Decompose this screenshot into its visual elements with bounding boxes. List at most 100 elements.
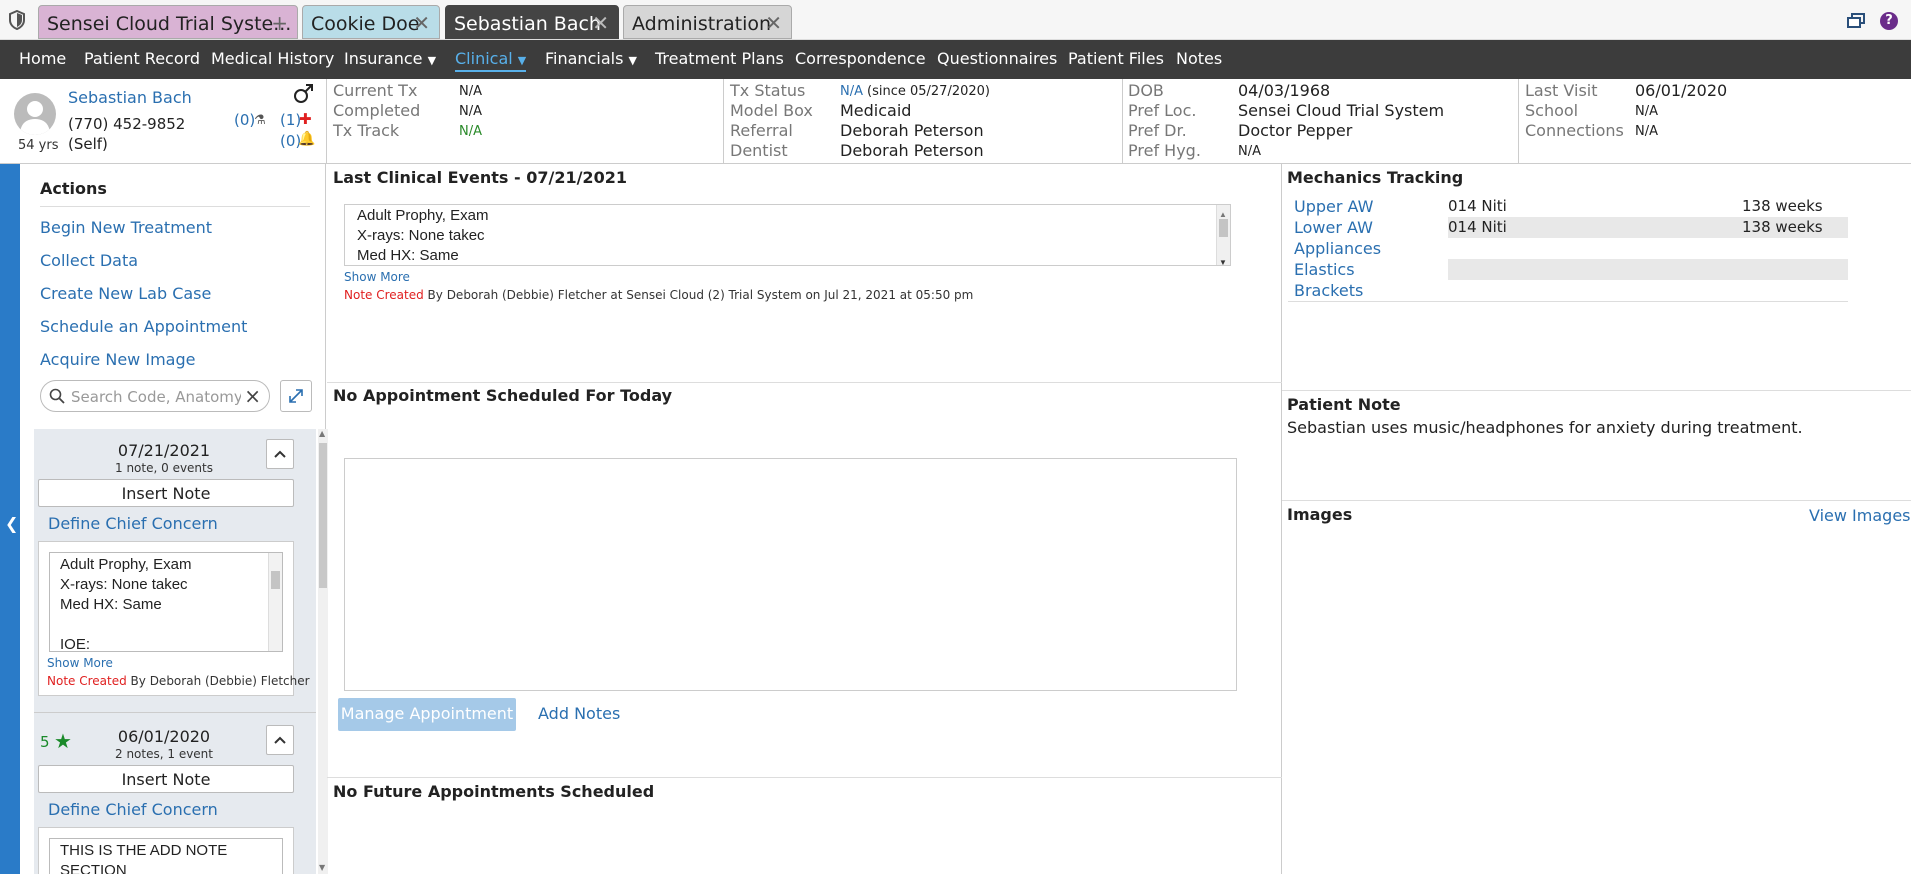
nav-insurance[interactable]: Insurance ▼	[344, 49, 436, 68]
view-images-link[interactable]: View Images	[1809, 506, 1911, 525]
patient-header: 54 yrs Sebastian Bach (770) 452-9852 (Se…	[0, 79, 1911, 164]
tab-cookie-doe[interactable]: Cookie Doe ✕	[302, 5, 440, 39]
divider	[40, 206, 310, 207]
show-more-link[interactable]: Show More	[47, 656, 113, 670]
note-created-info: Note Created By Deborah (Debbie) Fletche…	[47, 674, 310, 688]
nav-home[interactable]: Home	[19, 49, 66, 68]
last-visit-label: Last Visit	[1525, 81, 1598, 100]
current-tx-value: N/A	[459, 84, 482, 99]
appointment-title: No Appointment Scheduled For Today	[333, 386, 673, 405]
completed-label: Completed	[333, 101, 421, 120]
duration-value: 138 weeks	[1742, 197, 1823, 215]
note-text[interactable]: THIS IS THE ADD NOTE SECTION	[49, 838, 283, 874]
tab-label: Sebastian Bach	[454, 13, 601, 35]
nav-medical-history[interactable]: Medical History	[211, 49, 334, 68]
chevron-up-icon	[274, 736, 286, 744]
clear-icon[interactable]: ×	[244, 384, 261, 408]
tab-administration[interactable]: Administration ✕	[623, 5, 792, 39]
nav-correspondence[interactable]: Correspondence	[795, 49, 926, 68]
mechanics-label[interactable]: Brackets	[1294, 281, 1363, 300]
insert-note-button[interactable]: Insert Note	[38, 765, 294, 793]
nav-patient-files[interactable]: Patient Files	[1068, 49, 1164, 68]
timeline-search: Search Code, Anatomy, Notes ×	[40, 380, 270, 412]
note-line: X-rays: None takec	[357, 227, 485, 244]
sidebar-toggle[interactable]: ❮	[0, 164, 20, 874]
shield-icon	[9, 10, 25, 30]
add-tab-icon[interactable]: +	[271, 11, 288, 35]
close-icon[interactable]: ✕	[765, 11, 782, 35]
mechanics-label[interactable]: Appliances	[1294, 239, 1381, 258]
nav-label: Clinical	[455, 49, 513, 68]
mechanics-values	[1448, 238, 1848, 259]
action-acquire-image[interactable]: Acquire New Image	[40, 350, 195, 369]
note-line: Med HX: Same	[357, 247, 459, 264]
last-clinical-text[interactable]: Adult Prophy, Exam X-rays: None takec Me…	[344, 204, 1231, 266]
bell-icon: 🔔	[298, 131, 316, 147]
insert-note-button[interactable]: Insert Note	[38, 479, 294, 507]
connections-label: Connections	[1525, 121, 1624, 140]
timeline-summary: 2 notes, 1 event	[115, 747, 213, 761]
lab-count[interactable]: (0)	[234, 111, 255, 129]
define-chief-concern-link[interactable]: Define Chief Concern	[48, 800, 218, 819]
note-text[interactable]: Adult Prophy, Exam X-rays: None takec Me…	[49, 552, 283, 652]
wire-value: 014 Niti	[1448, 218, 1507, 236]
tab-office[interactable]: Sensei Cloud Trial Syste... +	[38, 5, 298, 39]
close-icon[interactable]: ✕	[413, 11, 430, 35]
note-line: IOE:	[60, 636, 91, 652]
note-created-info: Note Created By Deborah (Debbie) Fletche…	[344, 288, 973, 302]
pref-hyg-label: Pref Hyg.	[1128, 141, 1201, 160]
mechanics-label[interactable]: Upper AW	[1294, 197, 1373, 216]
images-title: Images	[1287, 505, 1353, 524]
nav-label: Insurance	[344, 49, 423, 68]
search-input[interactable]: Search Code, Anatomy, Notes	[71, 388, 241, 406]
patient-phone: (770) 452-9852	[68, 115, 186, 133]
nav-notes[interactable]: Notes	[1176, 49, 1222, 68]
action-create-lab-case[interactable]: Create New Lab Case	[40, 284, 211, 303]
expand-button[interactable]	[280, 380, 312, 412]
windows-icon[interactable]	[1847, 13, 1865, 29]
text-scrollbar[interactable]: ▲ ▼	[1216, 205, 1230, 265]
nav-treatment-plans[interactable]: Treatment Plans	[655, 49, 784, 68]
collapse-button[interactable]	[266, 439, 294, 469]
mechanics-label[interactable]: Lower AW	[1294, 218, 1373, 237]
nav-financials[interactable]: Financials ▼	[545, 49, 637, 68]
manage-appointment-button[interactable]: Manage Appointment	[338, 698, 516, 731]
male-icon	[294, 84, 313, 103]
collapse-button[interactable]	[266, 725, 294, 755]
note-line: Med HX: Same	[60, 596, 162, 613]
current-tx-label: Current Tx	[333, 81, 418, 100]
show-more-link[interactable]: Show More	[344, 270, 410, 284]
note-line: Adult Prophy, Exam	[60, 556, 192, 573]
note-scrollbar[interactable]	[268, 553, 282, 651]
mechanics-label[interactable]: Elastics	[1294, 260, 1355, 279]
tab-sebastian-bach[interactable]: Sebastian Bach ✕	[445, 5, 619, 39]
divider	[326, 79, 327, 163]
help-icon[interactable]: ?	[1880, 12, 1898, 30]
dentist-label: Dentist	[730, 141, 788, 160]
note-line: X-rays: None takec	[60, 576, 188, 593]
mechanics-row-upper-aw: Upper AW 014 Niti 138 weeks	[1288, 196, 1848, 217]
add-notes-link[interactable]: Add Notes	[538, 704, 620, 723]
close-icon[interactable]: ✕	[592, 11, 609, 35]
scroll-thumb[interactable]	[1219, 219, 1228, 237]
divider	[34, 712, 316, 713]
nav-questionnaires[interactable]: Questionnaires	[937, 49, 1057, 68]
tx-track-label: Tx Track	[333, 121, 400, 140]
patient-name-link[interactable]: Sebastian Bach	[68, 88, 192, 107]
wire-value: 014 Niti	[1448, 197, 1507, 215]
action-begin-new-treatment[interactable]: Begin New Treatment	[40, 218, 212, 237]
nav-clinical[interactable]: Clinical ▼	[455, 49, 527, 72]
avatar[interactable]	[14, 93, 56, 135]
define-chief-concern-link[interactable]: Define Chief Concern	[48, 514, 218, 533]
person-icon	[20, 101, 50, 135]
scroll-thumb[interactable]	[319, 443, 327, 588]
nav-patient-record[interactable]: Patient Record	[84, 49, 200, 68]
note-line: SECTION	[60, 862, 127, 874]
actions-title: Actions	[40, 179, 107, 198]
tx-status-value[interactable]: N/A	[840, 84, 863, 99]
action-collect-data[interactable]: Collect Data	[40, 251, 138, 270]
mechanics-row-brackets: Brackets	[1288, 280, 1848, 301]
action-schedule-appointment[interactable]: Schedule an Appointment	[40, 317, 247, 336]
scroll-down-icon: ▼	[319, 863, 326, 872]
tx-status-label: Tx Status	[730, 81, 806, 100]
